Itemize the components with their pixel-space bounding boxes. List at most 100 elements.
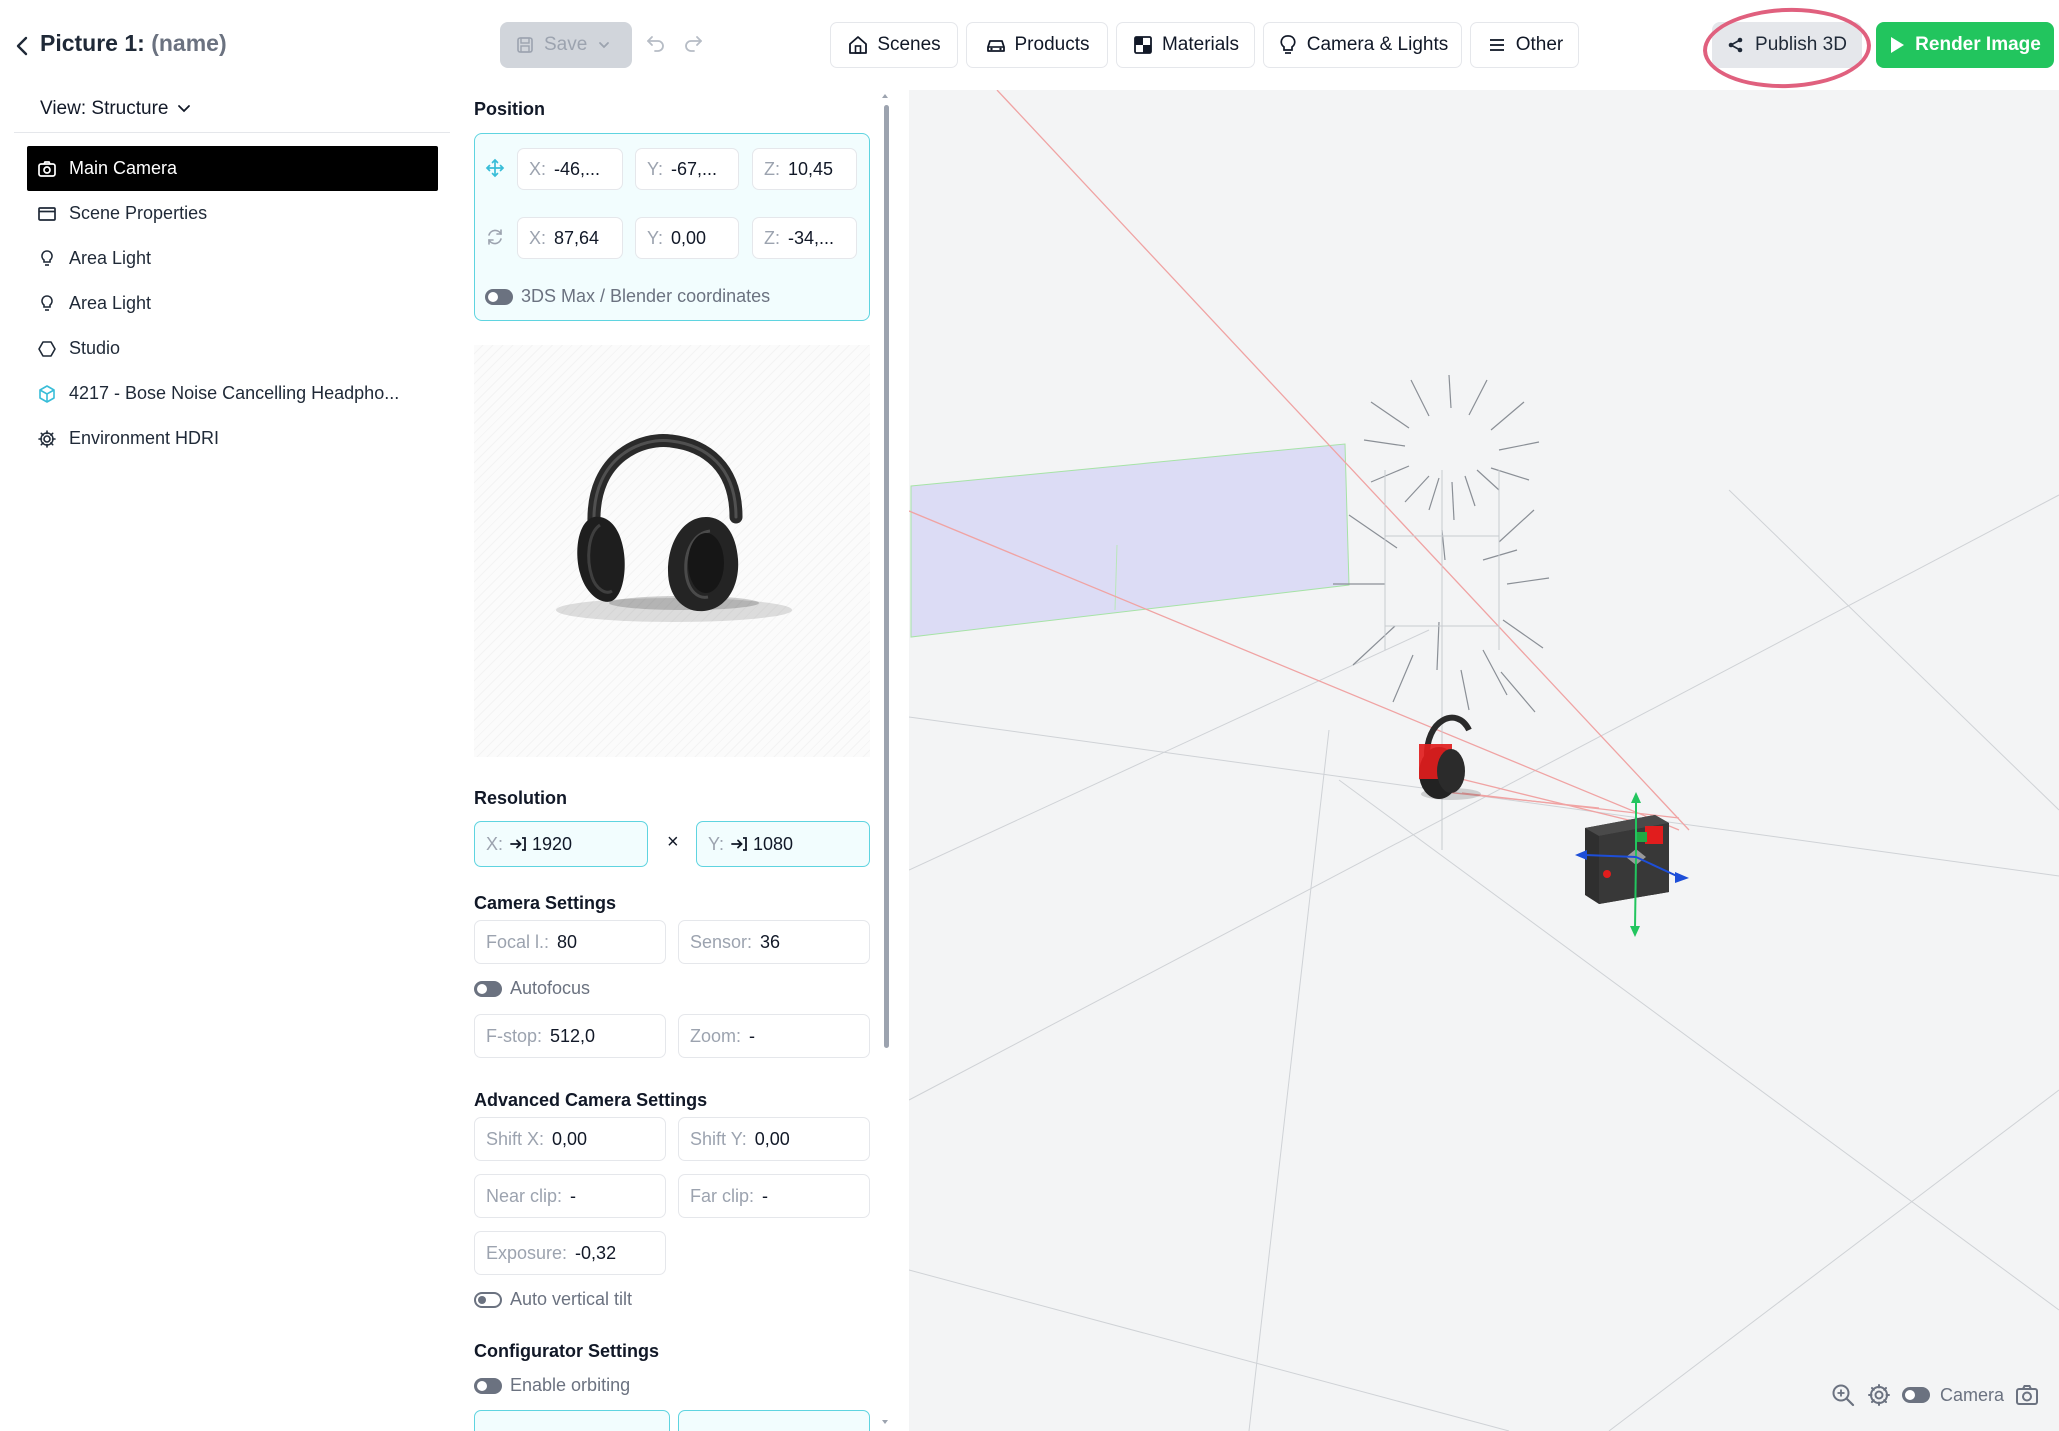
tree-item-product[interactable]: 4217 - Bose Noise Cancelling Headpho... [27, 371, 438, 416]
lightbulb-icon [41, 294, 53, 311]
tree-item-main-camera[interactable]: Main Camera [27, 146, 438, 191]
tree-item-label: Scene Properties [69, 203, 208, 223]
divider [14, 132, 450, 133]
gear-icon[interactable] [1866, 1382, 1892, 1408]
autofocus-toggle[interactable]: Autofocus [474, 978, 590, 999]
toggle-switch[interactable] [474, 1291, 502, 1308]
screenshot-camera-icon[interactable] [2014, 1382, 2040, 1408]
times-symbol: × [667, 831, 679, 853]
resolution-x-field[interactable]: X: 1920 [474, 821, 648, 867]
3d-viewport[interactable] [909, 90, 2059, 1431]
shift-y-field[interactable]: Shift Y: 0,00 [678, 1117, 870, 1161]
redo-icon[interactable] [682, 32, 704, 54]
scroll-up-icon[interactable] [879, 90, 891, 102]
tab-camera-lights[interactable]: Camera & Lights [1263, 22, 1462, 68]
fstop-field[interactable]: F-stop: 512,0 [474, 1014, 666, 1058]
headphones-preview-image [556, 433, 792, 622]
field-label: Focal l.: [486, 931, 550, 952]
tree-item-scene-properties[interactable]: Scene Properties [27, 191, 438, 236]
auto-vertical-tilt-toggle[interactable]: Auto vertical tilt [474, 1289, 632, 1310]
structure-tree: Main Camera Scene Properties Area Light … [27, 146, 438, 461]
resolution-y-field[interactable]: Y: 1080 [696, 821, 870, 867]
resolution-heading: Resolution [474, 788, 567, 808]
focal-length-field[interactable]: Focal l.: 80 [474, 920, 666, 964]
field-label: Far clip: [690, 1185, 755, 1206]
field-value: 0,00 [552, 1128, 588, 1149]
lock-link-icon [731, 837, 747, 851]
move-icon[interactable] [485, 158, 505, 178]
view-structure-dropdown[interactable]: View: Structure [40, 98, 192, 120]
toggle-switch[interactable] [474, 1377, 502, 1394]
window-icon [38, 206, 56, 221]
tab-materials[interactable]: Materials [1116, 22, 1255, 68]
camera-settings-heading: Camera Settings [474, 893, 617, 913]
camera-toggle-label: Camera [1940, 1384, 2005, 1405]
page-title[interactable]: Picture 1: (name) [40, 30, 227, 57]
tree-item-area-light[interactable]: Area Light [27, 281, 438, 326]
tab-scenes[interactable]: Scenes [830, 22, 958, 68]
undo-icon[interactable] [645, 32, 667, 54]
scroll-down-icon[interactable] [879, 1416, 891, 1428]
hexagon-icon [38, 340, 56, 357]
zoom-in-icon[interactable] [1830, 1382, 1856, 1408]
view-select-label: View: Structure [40, 98, 169, 119]
save-button-label: Save [544, 34, 588, 55]
tree-item-label: Studio [69, 338, 121, 358]
tree-item-label: 4217 - Bose Noise Cancelling Headpho... [69, 383, 400, 403]
zoom-field[interactable]: Zoom: - [678, 1014, 870, 1058]
enable-orbiting-toggle[interactable]: Enable orbiting [474, 1375, 630, 1396]
rotation-y-field[interactable]: Y: 0,00 [635, 217, 739, 259]
field-label: Exposure: [486, 1242, 568, 1263]
field-label: Z: [764, 158, 780, 179]
position-z-field[interactable]: Z: 10,45 [752, 148, 857, 190]
shift-x-field[interactable]: Shift X: 0,00 [474, 1117, 666, 1161]
scene-canvas[interactable] [909, 90, 2059, 1431]
field-value: -67,... [671, 158, 718, 179]
save-icon [517, 37, 533, 53]
properties-panel[interactable]: Position X: -46,... Y: -67,... Z: 10,45 … [474, 90, 892, 1431]
tree-item-environment-hdri[interactable]: Environment HDRI [27, 416, 438, 461]
coordinates-toggle[interactable]: 3DS Max / Blender coordinates [485, 286, 770, 307]
rotation-x-field[interactable]: X: 87,64 [517, 217, 623, 259]
tree-item-studio[interactable]: Studio [27, 326, 438, 371]
field-label: X: [486, 833, 504, 854]
menu-icon [1489, 39, 1504, 51]
toggle-switch[interactable] [485, 288, 513, 305]
near-clip-field[interactable]: Near clip: - [474, 1174, 666, 1218]
configurator-settings-heading: Configurator Settings [474, 1341, 659, 1361]
field-value: - [570, 1185, 577, 1206]
position-x-field[interactable]: X: -46,... [517, 148, 623, 190]
sensor-field[interactable]: Sensor: 36 [678, 920, 870, 964]
field-label: Zoom: [690, 1025, 742, 1046]
configurator-field-left[interactable] [474, 1410, 670, 1431]
far-clip-field[interactable]: Far clip: - [678, 1174, 870, 1218]
rotate-icon[interactable] [485, 227, 505, 247]
exposure-field[interactable]: Exposure: -0,32 [474, 1231, 666, 1275]
field-label: X: [529, 158, 547, 179]
camera-preview [474, 345, 870, 757]
scrollbar-thumb[interactable] [884, 105, 889, 1048]
tab-products[interactable]: Products [966, 22, 1108, 68]
tree-item-label: Area Light [69, 248, 152, 268]
toggle-switch[interactable] [474, 980, 502, 997]
field-label: Y: [647, 227, 664, 248]
field-label: Shift X: [486, 1128, 545, 1149]
tab-materials-label: Materials [1161, 34, 1240, 55]
play-icon [1891, 37, 1905, 53]
tree-item-area-light[interactable]: Area Light [27, 236, 438, 281]
field-label: Near clip: [486, 1185, 563, 1206]
field-value: - [762, 1185, 769, 1206]
position-y-field[interactable]: Y: -67,... [635, 148, 739, 190]
configurator-field-right[interactable] [678, 1410, 870, 1431]
rotation-z-field[interactable]: Z: -34,... [752, 217, 857, 259]
field-value: -34,... [788, 227, 835, 248]
camera-view-toggle[interactable] [1902, 1387, 1930, 1403]
lock-link-icon [510, 837, 526, 851]
field-value: 1920 [532, 833, 573, 854]
save-button[interactable]: Save [500, 22, 632, 68]
field-value: 10,45 [788, 158, 834, 179]
render-image-button[interactable]: Render Image [1876, 22, 2054, 68]
chevron-left-icon[interactable] [10, 30, 34, 62]
tab-other[interactable]: Other [1470, 22, 1579, 68]
field-value: 36 [760, 931, 781, 952]
